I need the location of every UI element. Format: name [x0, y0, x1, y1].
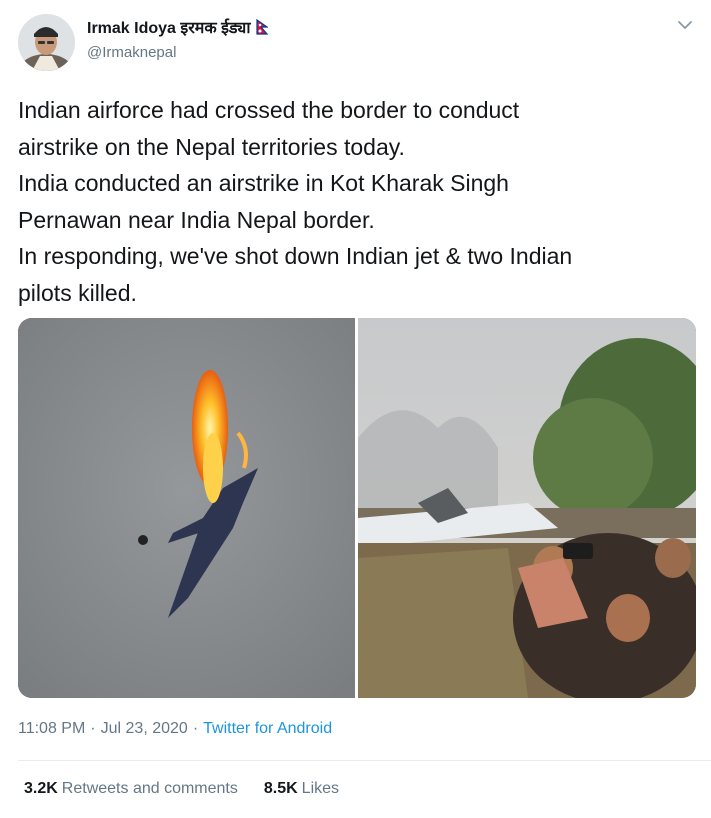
retweets-stat[interactable]: 3.2K Retweets and comments — [24, 780, 238, 798]
retweets-label: Retweets and comments — [61, 780, 238, 797]
tweet-source-link[interactable]: Twitter for Android — [203, 720, 332, 738]
chevron-down-icon[interactable] — [677, 18, 693, 30]
nepal-flag-icon — [256, 18, 270, 35]
avatar[interactable] — [18, 14, 75, 71]
meta-separator: · — [192, 720, 199, 737]
media-image-burning-jet[interactable] — [18, 318, 355, 698]
tweet-stats: 3.2K Retweets and comments 8.5K Likes — [24, 780, 365, 798]
tweet-time[interactable]: 11:08 PM — [18, 720, 85, 738]
tweet-metadata: 11:08 PM · Jul 23, 2020 · Twitter for An… — [18, 720, 332, 738]
retweets-count: 3.2K — [24, 780, 58, 797]
divider — [18, 760, 711, 761]
likes-stat[interactable]: 8.5K Likes — [264, 780, 339, 798]
tweet-text: Indian airforce had crossed the border t… — [18, 97, 573, 306]
tweet-date[interactable]: Jul 23, 2020 — [101, 720, 188, 738]
user-handle[interactable]: @Irmaknepal — [87, 44, 268, 61]
media-grid[interactable] — [18, 318, 696, 698]
meta-separator: · — [90, 720, 96, 737]
user-info: Irmak Idoya इरमक ईड्या @Irmaknepal — [87, 16, 270, 61]
tweet-card: Irmak Idoya इरमक ईड्या @Irmaknepal India… — [0, 0, 711, 818]
likes-count: 8.5K — [263, 780, 298, 797]
media-image-crash-site[interactable] — [358, 318, 696, 698]
likes-label: Likes — [301, 780, 340, 797]
display-name[interactable]: Irmak Idoya इरमक ईड्या — [87, 16, 250, 38]
